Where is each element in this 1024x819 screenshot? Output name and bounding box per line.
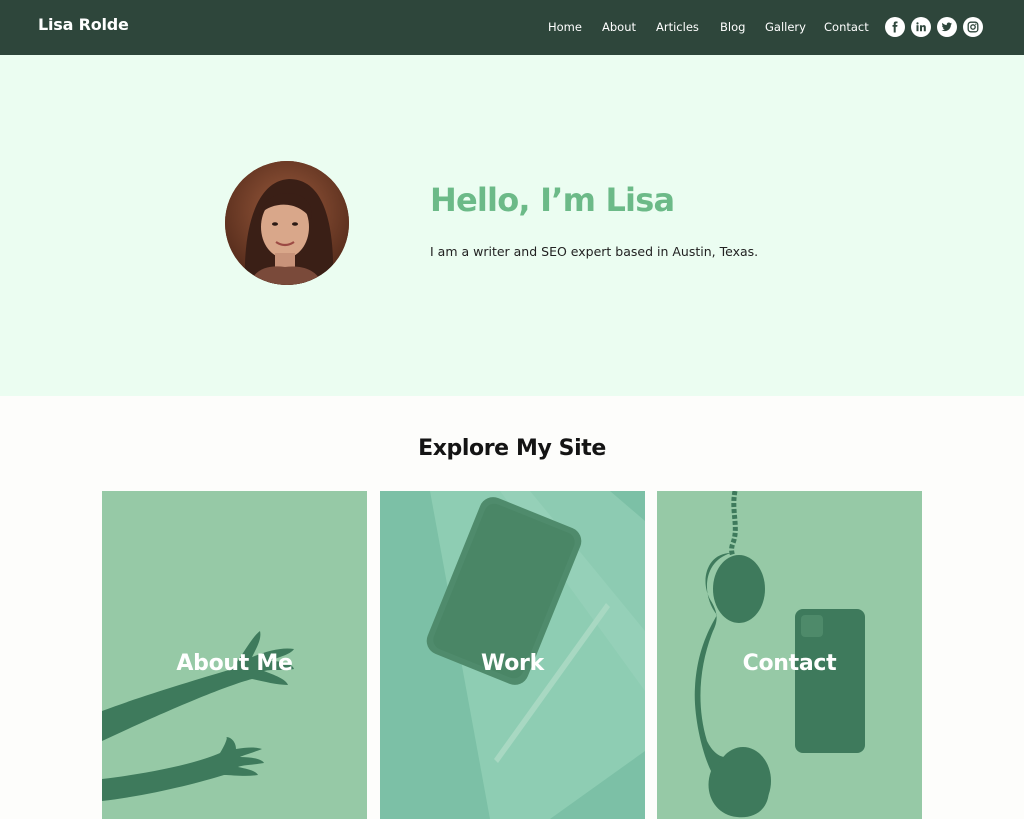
nav-gallery[interactable]: Gallery [765,20,806,34]
facebook-icon[interactable] [885,17,905,37]
site-brand[interactable]: Lisa Rolde [38,15,129,34]
card-label-contact: Contact [742,651,837,676]
card-work[interactable]: Work [380,491,645,819]
nav-blog[interactable]: Blog [720,20,745,34]
card-label-work: Work [481,651,544,676]
explore-heading: Explore My Site [418,436,606,461]
card-label-about-me: About Me [176,651,293,676]
nav-about[interactable]: About [602,20,636,34]
twitter-icon[interactable] [937,17,957,37]
nav-contact[interactable]: Contact [824,20,869,34]
instagram-icon[interactable] [963,17,983,37]
card-contact[interactable]: Contact [657,491,922,819]
nav-home[interactable]: Home [548,20,582,34]
hero-title: Hello, I’m Lisa [430,181,675,219]
linkedin-icon[interactable] [911,17,931,37]
card-about-me[interactable]: About Me [102,491,367,819]
nav-articles[interactable]: Articles [656,20,699,34]
hero-subtitle: I am a writer and SEO expert based in Au… [430,244,759,259]
site-header: Lisa Rolde Home About Articles Blog Gall… [0,0,1024,55]
hero-section: Hello, I’m Lisa I am a writer and SEO ex… [0,55,1024,396]
profile-avatar [225,161,349,285]
